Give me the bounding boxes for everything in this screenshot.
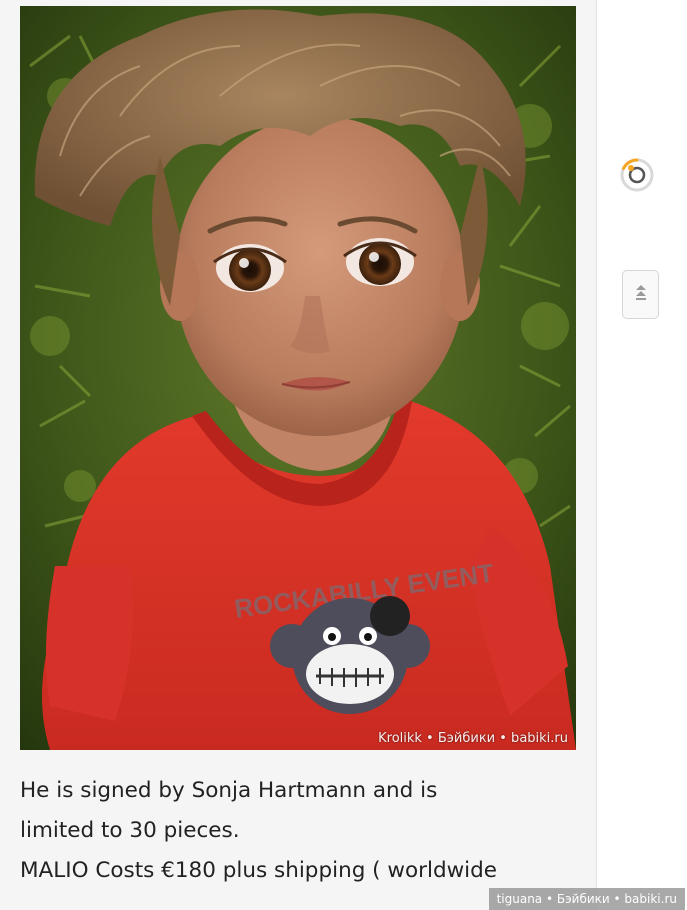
post-caption: He is signed by Sonja Hartmann and is li… <box>20 771 580 891</box>
caption-line: He is signed by Sonja Hartmann and is <box>20 778 438 803</box>
post-card: ROCKABILLY EVENT Krolikk • Бэйбики • bab… <box>0 0 597 910</box>
spinner-icon <box>619 157 655 193</box>
caption-line: limited to 30 pieces. <box>20 818 240 843</box>
doll-photo-illustration: ROCKABILLY EVENT <box>20 6 576 750</box>
scroll-to-top-button[interactable] <box>622 270 659 319</box>
double-chevron-up-icon <box>634 281 648 308</box>
doll-photo[interactable]: ROCKABILLY EVENT Krolikk • Бэйбики • bab… <box>20 6 576 750</box>
site-watermark: tiguana • Бэйбики • babiki.ru <box>488 888 685 910</box>
photo-watermark: Krolikk • Бэйбики • babiki.ru <box>378 731 568 746</box>
caption-line: MALIO Costs €180 plus shipping ( worldwi… <box>20 858 498 883</box>
